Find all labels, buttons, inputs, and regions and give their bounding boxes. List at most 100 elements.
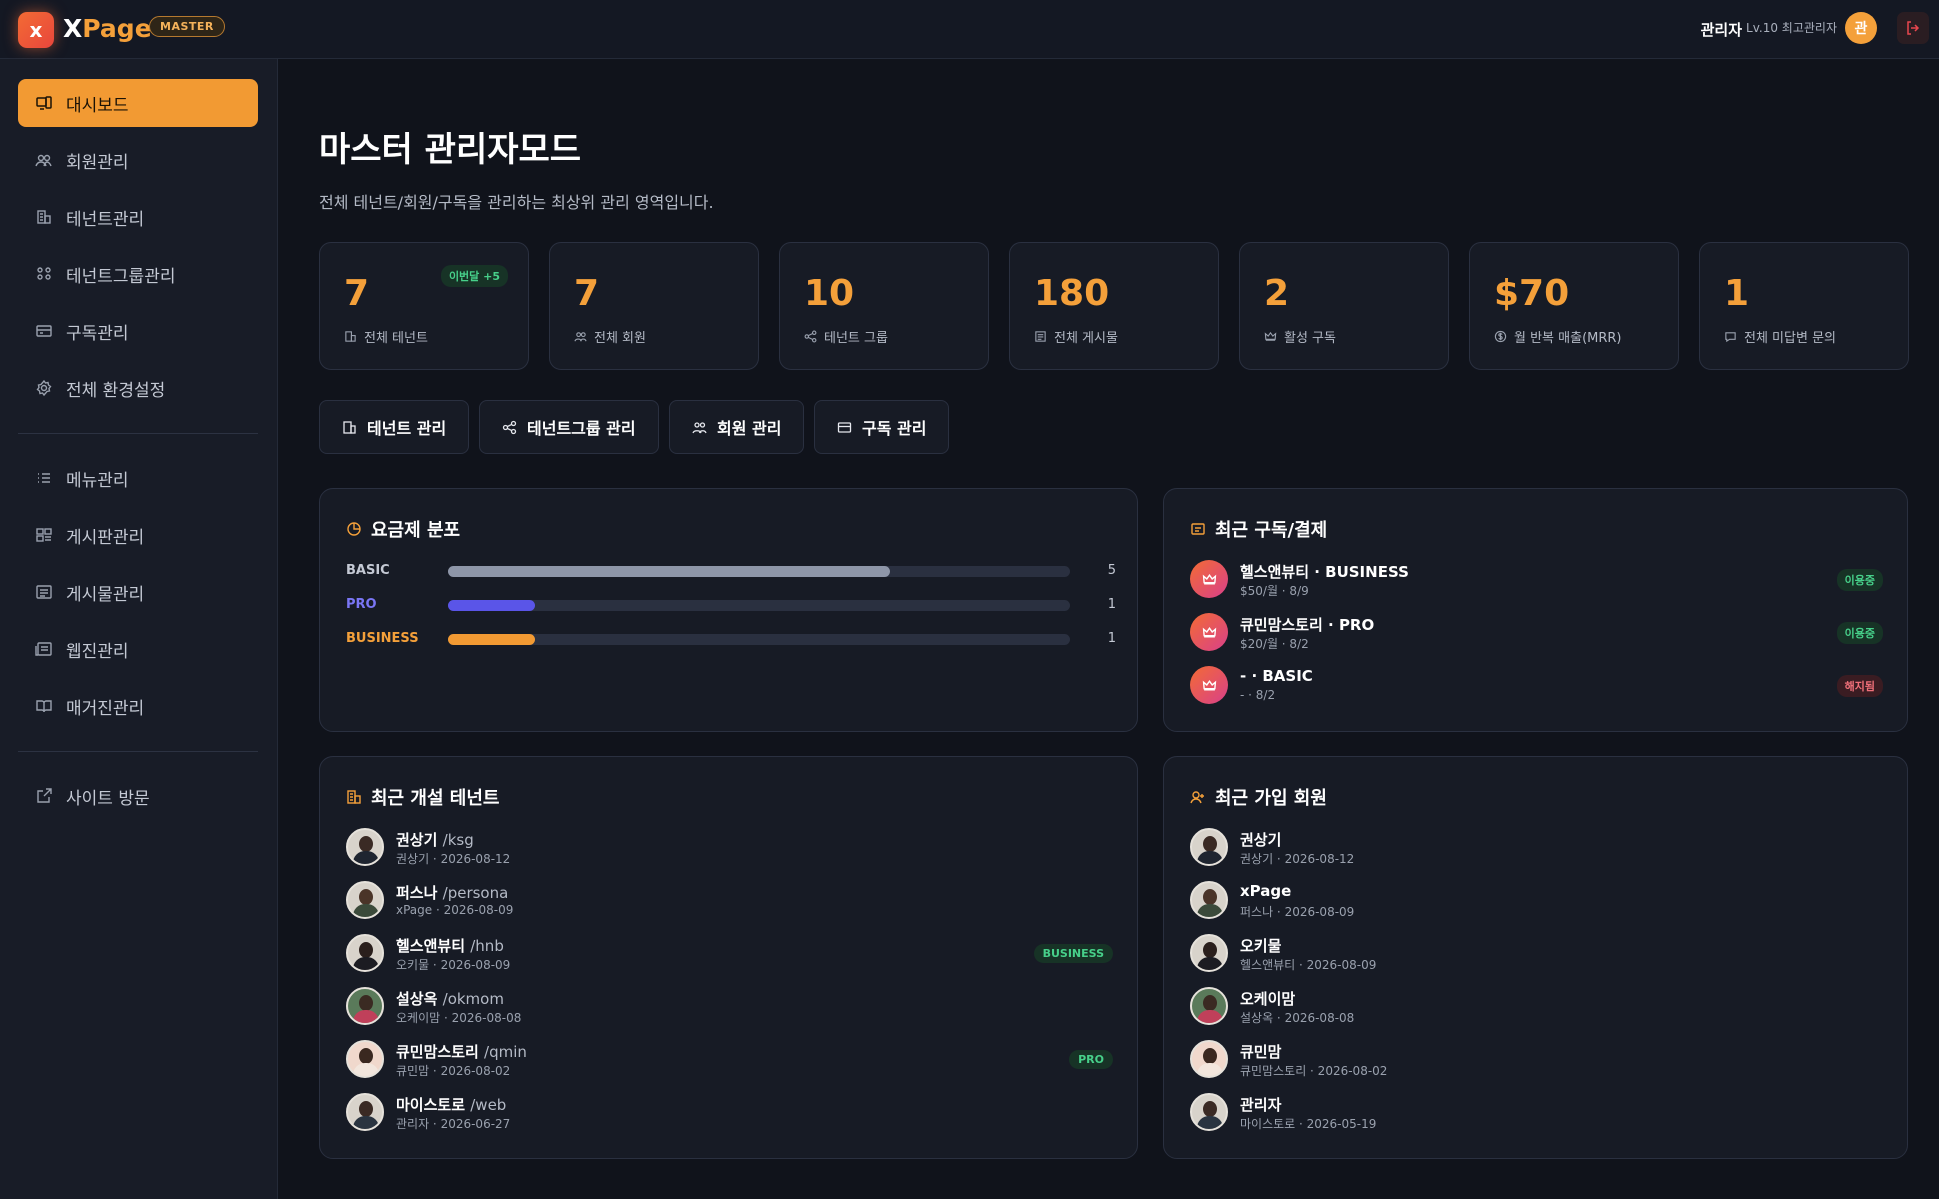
- tenant-name-text: 큐민맘스토리: [396, 1043, 479, 1061]
- plan-distribution-panel: 요금제 분포 BASIC 5 PRO 1 BUSINESS 1: [319, 488, 1138, 732]
- master-badge: MASTER: [149, 16, 225, 37]
- member-row[interactable]: xPage 퍼스나 · 2026-08-09: [1190, 880, 1883, 920]
- card-icon: [837, 421, 852, 433]
- member-row[interactable]: 오키물 헬스앤뷰티 · 2026-08-09: [1190, 933, 1883, 973]
- tenant-slug: /persona: [442, 884, 509, 902]
- crown-icon: [1190, 666, 1228, 704]
- panel-title-text: 최근 개설 테넌트: [371, 788, 500, 809]
- sidebar-item-settings[interactable]: 전체 환경설정: [18, 364, 258, 412]
- sidebar-item-posts[interactable]: 게시물관리: [18, 568, 258, 616]
- sidebar-item-subscriptions[interactable]: 구독관리: [18, 307, 258, 355]
- user-avatar[interactable]: 관: [1845, 12, 1877, 44]
- stat-card-members: 7 전체 회원: [549, 242, 759, 370]
- dashboard-icon: [34, 93, 54, 113]
- sidebar-item-label: 게시물관리: [66, 584, 145, 605]
- tenant-name: 설상옥 /okmom: [396, 988, 504, 1009]
- stat-label-row: 전체 회원: [574, 327, 646, 346]
- users-icon: [574, 332, 587, 342]
- tenant-name-text: 권상기: [396, 831, 438, 849]
- gear-icon: [34, 378, 54, 398]
- logo-icon[interactable]: x: [18, 12, 54, 48]
- subscription-row[interactable]: 큐민맘스토리 · PRO $20/월 · 8/2 이용중: [1190, 612, 1883, 652]
- stat-card-tenants: 7 이번달 +5 전체 테넌트: [319, 242, 529, 370]
- plan-badge: BUSINESS: [1033, 944, 1113, 963]
- tenant-manage-button[interactable]: 테넌트 관리: [319, 400, 470, 454]
- sidebar-item-label: 테넌트그룹관리: [66, 266, 176, 287]
- external-link-icon: [34, 786, 54, 806]
- stat-value: 7: [344, 273, 370, 314]
- tenant-row[interactable]: 퍼스나 /persona xPage · 2026-08-09: [346, 880, 1113, 920]
- pie-chart-icon: [347, 522, 361, 536]
- building-icon: [34, 207, 54, 227]
- member-name: 오케이맘: [1240, 990, 1296, 1008]
- avatar: [1190, 1040, 1228, 1078]
- stat-card-active-subscriptions: 2 활성 구독: [1239, 242, 1449, 370]
- subscription-name: - · BASIC: [1240, 667, 1313, 685]
- subscription-row[interactable]: - · BASIC - · 8/2 해지됨: [1190, 665, 1883, 705]
- tenant-group-manage-button[interactable]: 테넌트그룹 관리: [479, 400, 659, 454]
- button-label: 회원 관리: [717, 419, 782, 438]
- member-row[interactable]: 권상기 권상기 · 2026-08-12: [1190, 827, 1883, 867]
- stat-value: 10: [804, 273, 855, 314]
- sidebar-item-boards[interactable]: 게시판관리: [18, 511, 258, 559]
- tenant-row[interactable]: 권상기 /ksg 권상기 · 2026-08-12: [346, 827, 1113, 867]
- stat-label-row: 전체 테넌트: [344, 327, 428, 346]
- sidebar-item-tenant-groups[interactable]: 테넌트그룹관리: [18, 250, 258, 298]
- member-manage-button[interactable]: 회원 관리: [669, 400, 805, 454]
- subscription-meta: $50/월 · 8/9: [1240, 584, 1309, 598]
- stat-label: 월 반복 매출(MRR): [1514, 331, 1622, 346]
- member-row[interactable]: 오케이맘 설상옥 · 2026-08-08: [1190, 986, 1883, 1026]
- subscription-manage-button[interactable]: 구독 관리: [814, 400, 950, 454]
- tenant-row[interactable]: 큐민맘스토리 /qmin 큐민맘 · 2026-08-02 PRO: [346, 1039, 1113, 1079]
- group-icon: [34, 264, 54, 284]
- stat-label-row: 활성 구독: [1264, 327, 1336, 346]
- sidebar-item-dashboard[interactable]: 대시보드: [18, 79, 258, 127]
- avatar: [1190, 934, 1228, 972]
- top-bar: x XPage MASTER 관리자 Lv.10 최고관리자 관: [0, 0, 1939, 59]
- tenant-name-text: 설상옥: [396, 990, 438, 1008]
- panel-title: 최근 구독/결제: [1190, 516, 1327, 542]
- member-row[interactable]: 큐민맘 큐민맘스토리 · 2026-08-02: [1190, 1039, 1883, 1079]
- sidebar-item-tenants[interactable]: 테넌트관리: [18, 193, 258, 241]
- tenant-meta: 오케이맘 · 2026-08-08: [396, 1011, 522, 1025]
- member-meta: 마이스토로 · 2026-05-19: [1240, 1117, 1377, 1131]
- sidebar-item-visit-site[interactable]: 사이트 방문: [18, 772, 258, 820]
- tenant-name: 권상기 /ksg: [396, 829, 474, 850]
- app-name[interactable]: XPage: [63, 14, 152, 43]
- sidebar-item-magazine[interactable]: 매거진관리: [18, 682, 258, 730]
- stat-label-row: 전체 미답변 문의: [1724, 327, 1836, 346]
- member-name: xPage: [1240, 882, 1292, 900]
- webzine-icon: [34, 639, 54, 659]
- member-meta: 퍼스나 · 2026-08-09: [1240, 905, 1355, 919]
- sidebar-divider: [18, 751, 258, 752]
- status-badge: 이용중: [1836, 622, 1883, 644]
- tenant-row[interactable]: 설상옥 /okmom 오케이맘 · 2026-08-08: [346, 986, 1113, 1026]
- logout-button[interactable]: [1897, 12, 1929, 44]
- stat-card-posts: 180 전체 게시물: [1009, 242, 1219, 370]
- button-label: 테넌트 관리: [367, 419, 447, 438]
- tenant-name: 큐민맘스토리 /qmin: [396, 1041, 527, 1062]
- tenant-slug: /hnb: [470, 937, 504, 955]
- stat-label-row: 테넌트 그룹: [804, 327, 888, 346]
- member-row[interactable]: 관리자 마이스토로 · 2026-05-19: [1190, 1092, 1883, 1132]
- sidebar-item-webzine[interactable]: 웹진관리: [18, 625, 258, 673]
- plan-count: 5: [1107, 563, 1116, 578]
- crown-icon: [1190, 560, 1228, 598]
- sidebar-item-label: 회원관리: [66, 152, 129, 173]
- stat-label-row: 월 반복 매출(MRR): [1494, 327, 1622, 346]
- recent-tenants-panel: 최근 개설 테넌트 권상기 /ksg 권상기 · 2026-08-12 퍼스나 …: [319, 756, 1138, 1159]
- tenant-name-text: 퍼스나: [396, 884, 438, 902]
- sidebar-item-menus[interactable]: 메뉴관리: [18, 454, 258, 502]
- subscription-row[interactable]: 헬스앤뷰티 · BUSINESS $50/월 · 8/9 이용중: [1190, 559, 1883, 599]
- plan-label: BASIC: [346, 563, 390, 578]
- stat-card-mrr: $70 월 반복 매출(MRR): [1469, 242, 1679, 370]
- stat-value: 7: [574, 273, 600, 314]
- tenant-row[interactable]: 헬스앤뷰티 /hnb 오키물 · 2026-08-09 BUSINESS: [346, 933, 1113, 973]
- avatar: [1190, 987, 1228, 1025]
- tenant-meta: 오키물 · 2026-08-09: [396, 958, 511, 972]
- sidebar-item-label: 메뉴관리: [66, 470, 129, 491]
- tenant-slug: /web: [470, 1096, 507, 1114]
- tenant-row[interactable]: 마이스토로 /web 관리자 · 2026-06-27: [346, 1092, 1113, 1132]
- sidebar-item-members[interactable]: 회원관리: [18, 136, 258, 184]
- recent-members-panel: 최근 가입 회원 권상기 권상기 · 2026-08-12 xPage 퍼스나 …: [1163, 756, 1908, 1159]
